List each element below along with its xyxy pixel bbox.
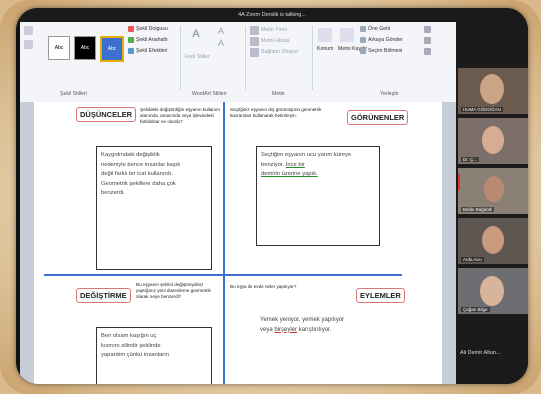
mute-indicator-icon: [458, 174, 460, 190]
participant-panel: HUMA GÖDOĞAN Dr. Ç... Belde Bağdatlı Ard…: [456, 22, 528, 384]
zoom-screen: 4A Zoom Derslik is talking... Abc Abc Ab…: [16, 8, 528, 384]
section-label-thoughts: DÜŞÜNCELER: [76, 107, 137, 122]
create-link-button[interactable]: Bağlantı Oluştur: [261, 49, 298, 55]
ribbon: Abc Abc Abc Şekil Dolgusu Şekil Anahattı…: [20, 22, 456, 103]
answer-text-underlined: birşeyler: [274, 326, 298, 333]
wordart-group-label: WordArt Stilleri: [192, 91, 227, 97]
answer-box-actions[interactable]: Yemek yeniyor, yemek yapılıyor veya birş…: [256, 312, 396, 356]
selection-pane-button[interactable]: Seçim Bölmesi: [368, 48, 402, 54]
align-text-icon: [250, 37, 259, 46]
answer-text: Seçtiğim eşyanın ucu yarım küreye benziy…: [261, 152, 352, 168]
shape-effects-button[interactable]: Şekil Efektleri: [136, 48, 167, 54]
answer-box-change[interactable]: Ben olsam kaşığın uç kısmını silindir şe…: [96, 327, 212, 384]
shape-outline-button[interactable]: Şekil Anahattı: [136, 37, 168, 43]
edit-shape-icon[interactable]: [24, 40, 33, 49]
text-outline-icon[interactable]: A: [218, 38, 224, 48]
selection-pane-icon: [360, 48, 366, 54]
participant-name: HUMA GÖDOĞAN: [461, 107, 503, 112]
bring-forward-button[interactable]: Öne Getir: [368, 26, 391, 32]
participant-video: [482, 126, 504, 154]
document-area: DÜŞÜNCELER Şekildeki değiştirdiğin eşyan…: [20, 102, 456, 384]
participant-name: Dr. Ç...: [461, 157, 480, 162]
answer-text: karıştırılıyor.: [297, 326, 332, 333]
group-icon[interactable]: [424, 37, 431, 44]
section-label-change: DEĞİŞTİRME: [76, 288, 131, 303]
send-backward-button[interactable]: Arkaya Gönder: [368, 37, 403, 43]
text-direction-button[interactable]: Metin Yönü: [261, 27, 287, 33]
participant-tile[interactable]: Belde Bağdatlı: [458, 168, 528, 214]
section-label-actions: EYLEMLER: [356, 288, 405, 303]
answer-line: değil farklı bir icat kullanırdı.: [101, 171, 173, 177]
answer-text-underlined: demirin üzerine yapık.: [261, 171, 318, 177]
section-label-appearance: GÖRÜNENLER: [347, 110, 409, 125]
answer-line: yapardım çünkü insanların: [101, 352, 169, 358]
text-fill-icon[interactable]: A: [218, 26, 224, 36]
arrange-group-label: Yerleştir: [380, 91, 399, 97]
shape-effects-icon: [128, 48, 134, 54]
text-direction-icon: [250, 26, 259, 35]
text-group-label: Metin: [272, 91, 285, 97]
rotate-icon[interactable]: [424, 48, 431, 55]
answer-text-underlined: İnce bir: [285, 161, 305, 168]
participant-name: Ali Demir Altun...: [460, 350, 501, 356]
answer-line: Kaygıdındaki değişiklik: [101, 152, 160, 158]
participant-video: [482, 226, 504, 254]
answer-line: Ben olsam kaşığın uç: [101, 333, 157, 339]
answer-box-appearance[interactable]: Seçtiğim eşyanın ucu yarım küreye benziy…: [256, 146, 380, 246]
quick-styles-button[interactable]: Hızlı Stiller: [185, 54, 210, 60]
section-question-actions: Bu eşya ile evde neler yapılıyor?: [230, 284, 297, 289]
participant-tile[interactable]: Dr. Ç...: [458, 118, 528, 164]
style-sample-white[interactable]: Abc: [48, 36, 70, 60]
participant-tile[interactable]: HUMA GÖDOĞAN: [458, 68, 528, 114]
section-question-thoughts: Şekildeki değiştirdiğin eşyanın kullanım…: [140, 107, 220, 124]
wordart-a-icon[interactable]: A: [192, 28, 200, 40]
shape-fill-icon: [128, 26, 134, 32]
document-page: DÜŞÜNCELER Şekildeki değiştirdiğin eşyan…: [34, 102, 442, 384]
bring-forward-icon: [360, 26, 366, 32]
participant-video: [484, 176, 504, 202]
participant-video: [480, 74, 504, 104]
participant-name: Belde Bağdatlı: [461, 207, 495, 212]
align-icon[interactable]: [424, 26, 431, 33]
shape-outline-icon: [128, 37, 134, 43]
style-sample-blue[interactable]: Abc: [100, 36, 124, 62]
shape-fill-button[interactable]: Şekil Dolgusu: [136, 26, 168, 32]
participant-name: Çağan Bilge: [461, 307, 490, 312]
position-button[interactable]: Konum: [317, 46, 333, 52]
shapes-gallery-icon[interactable]: [24, 26, 33, 35]
position-icon: [318, 28, 332, 42]
align-text-button[interactable]: Metni Hizala: [261, 38, 290, 44]
participant-name: Arda Avcı: [461, 257, 485, 262]
answer-line: benzerdi.: [101, 190, 125, 196]
answer-line: Yemek yeniyor, yemek yapılıyor: [260, 317, 345, 323]
participant-tile[interactable]: Arda Avcı: [458, 218, 528, 264]
vertical-divider: [223, 102, 225, 384]
participant-video: [480, 276, 504, 306]
answer-box-thoughts[interactable]: Kaygıdındaki değişiklik nedeniyle bence …: [96, 146, 212, 270]
shape-styles-group-label: Şekil Stilleri: [60, 91, 87, 97]
answer-line: nedeniyle bence insanlar kaşık: [101, 161, 181, 168]
window-title: 4A Zoom Derslik is talking...: [16, 8, 528, 22]
section-question-appearance: Seçtiğiniz eşyanın dış görünüşünü geomet…: [230, 107, 322, 118]
style-sample-black[interactable]: Abc: [74, 36, 96, 60]
answer-line: kısmını silindir şeklinde: [101, 342, 161, 349]
participant-tile[interactable]: Çağan Bilge: [458, 268, 528, 314]
answer-line: Geometrik şekillere daha çok: [101, 180, 176, 187]
answer-text: veya: [260, 326, 275, 333]
send-backward-icon: [360, 37, 366, 43]
section-question-change: Bu eşyanın şeklini değiştireydiniz yaptı…: [136, 282, 211, 299]
create-link-icon: [250, 48, 259, 57]
horizontal-divider: [44, 274, 402, 276]
wrap-text-icon: [340, 28, 354, 42]
